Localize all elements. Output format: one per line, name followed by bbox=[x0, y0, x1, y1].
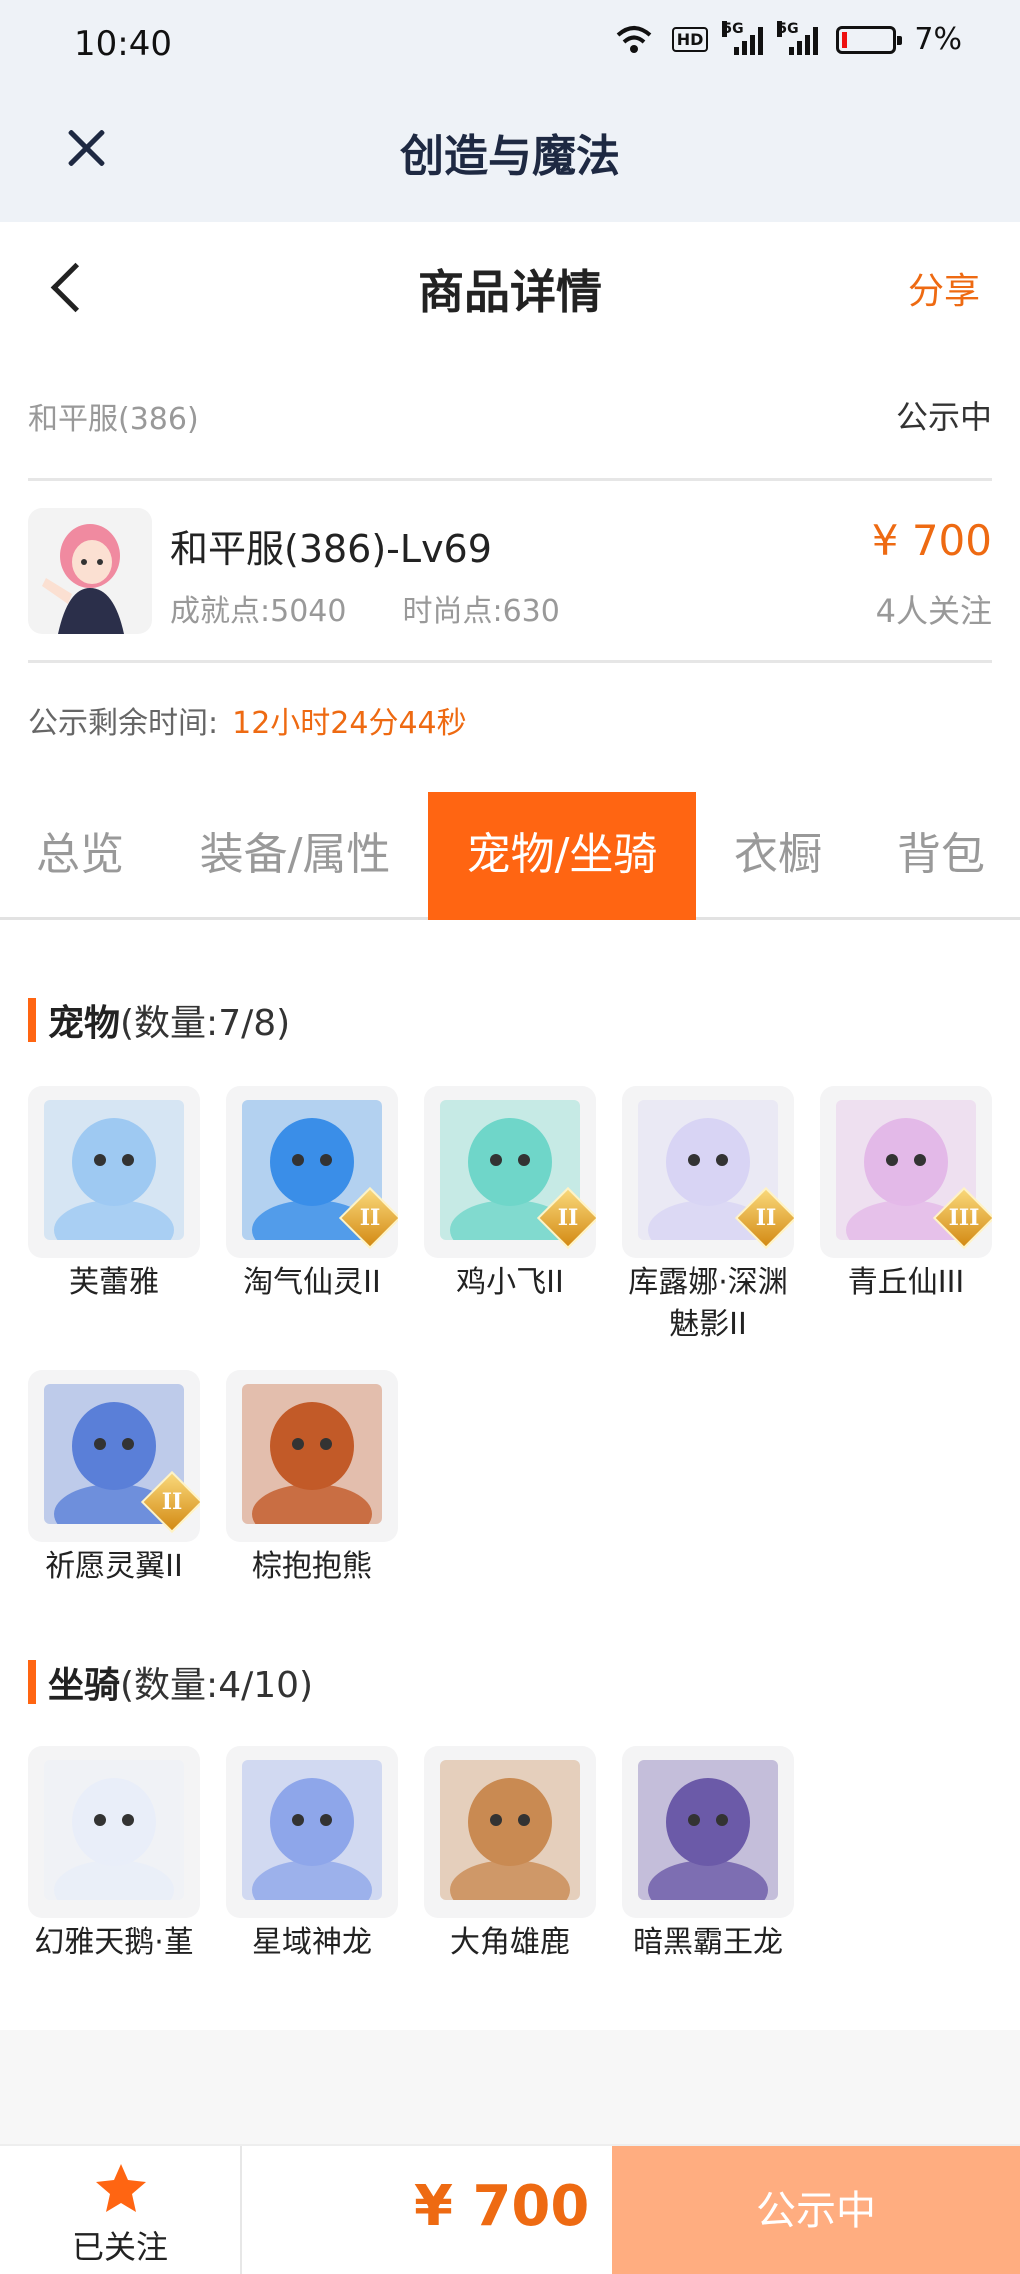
share-button[interactable]: 分享 bbox=[908, 262, 980, 314]
pets-count: (数量:7/8) bbox=[120, 1003, 291, 1044]
divider bbox=[28, 478, 992, 481]
tab-wardrobe[interactable]: 衣橱 bbox=[700, 792, 856, 920]
pet-image: II bbox=[28, 1370, 200, 1542]
item-summary[interactable]: 和平服(386)-Lv69 成就点:5040 时尚点:630 ¥ 700 4人关… bbox=[28, 508, 992, 636]
item-stats: 成就点:5040 时尚点:630 bbox=[170, 586, 560, 630]
server-row: 和平服(386) 公示中 bbox=[28, 388, 992, 444]
pet-name: 青丘仙III bbox=[847, 1265, 965, 1300]
countdown-value: 12小时24分44秒 bbox=[232, 706, 467, 741]
page-header: 商品详情 分享 bbox=[0, 222, 1020, 350]
fashion-points: 时尚点:630 bbox=[402, 594, 560, 629]
status-button[interactable]: 公示中 bbox=[612, 2146, 1020, 2274]
pet-name: 库露娜·深渊魅影II bbox=[628, 1265, 788, 1342]
page-title: 商品详情 bbox=[418, 265, 602, 319]
mount-name: 星域神龙 bbox=[252, 1925, 372, 1960]
pets-section-title: 宠物 (数量:7/8) bbox=[28, 996, 290, 1044]
pet-image: II bbox=[622, 1086, 794, 1258]
rank-label: II bbox=[161, 1489, 183, 1515]
mount-item[interactable]: 星域神龙 bbox=[226, 1746, 398, 1964]
mount-item[interactable]: 幻雅天鹅·堇 bbox=[28, 1746, 200, 1964]
rank-label: II bbox=[557, 1205, 579, 1231]
pet-name: 棕抱抱熊 bbox=[252, 1549, 372, 1584]
rank-label: II bbox=[755, 1205, 777, 1231]
mounts-title: 坐骑 bbox=[48, 1665, 121, 1706]
pet-image: II bbox=[424, 1086, 596, 1258]
pet-item[interactable]: II 库露娜·深渊魅影II bbox=[622, 1086, 794, 1346]
mount-item[interactable]: 暗黑霸王龙 bbox=[622, 1746, 794, 1964]
signal-icon-1: 5G bbox=[722, 20, 764, 55]
network-label-2: 5G bbox=[777, 20, 799, 37]
tab-equipment[interactable]: 装备/属性 bbox=[170, 792, 420, 920]
app-title: 创造与魔法 bbox=[400, 131, 620, 182]
pets-title: 宠物 bbox=[48, 1003, 121, 1044]
pet-image: III bbox=[820, 1086, 992, 1258]
pet-item[interactable]: 芙蕾雅 bbox=[28, 1086, 200, 1304]
achievement-points: 成就点:5040 bbox=[170, 594, 347, 629]
signal-icon-2: 5G bbox=[777, 20, 819, 55]
item-name: 和平服(386)-Lv69 bbox=[170, 527, 492, 571]
battery-level: 7% bbox=[914, 22, 962, 57]
mount-image bbox=[424, 1746, 596, 1918]
status-bar: 10:40 HD 5G 5G 7% bbox=[0, 0, 1020, 90]
follower-count: 4人关注 bbox=[875, 592, 992, 630]
pet-image bbox=[28, 1086, 200, 1258]
mounts-count: (数量:4/10) bbox=[120, 1665, 314, 1706]
server-name: 和平服(386) bbox=[28, 402, 199, 437]
section-marker bbox=[28, 998, 36, 1042]
rank-label: III bbox=[948, 1205, 980, 1231]
pet-name: 芙蕾雅 bbox=[69, 1265, 159, 1300]
content-footer bbox=[0, 2030, 1020, 2144]
mount-name: 大角雄鹿 bbox=[450, 1925, 570, 1960]
bottom-bar: 已关注 ¥ 700 公示中 bbox=[0, 2144, 1020, 2274]
hd-badge: HD bbox=[671, 27, 709, 52]
pet-image: II bbox=[226, 1086, 398, 1258]
pet-item[interactable]: III 青丘仙III bbox=[820, 1086, 992, 1304]
tab-overview[interactable]: 总览 bbox=[0, 792, 160, 920]
wifi-icon bbox=[616, 25, 652, 53]
status-icons: HD 5G 5G 7% bbox=[614, 20, 962, 57]
app-header: 创造与魔法 bbox=[0, 90, 1020, 222]
divider bbox=[28, 660, 992, 663]
mount-image bbox=[226, 1746, 398, 1918]
tab-pets-mounts[interactable]: 宠物/坐骑 bbox=[428, 792, 696, 920]
pet-name: 祈愿灵翼II bbox=[45, 1549, 183, 1584]
status-time: 10:40 bbox=[74, 24, 172, 64]
follow-button[interactable]: 已关注 bbox=[0, 2146, 242, 2274]
tab-backpack[interactable]: 背包 bbox=[862, 792, 1020, 920]
character-avatar bbox=[28, 508, 152, 634]
pet-item[interactable]: II 祈愿灵翼II bbox=[28, 1370, 200, 1588]
mount-item[interactable]: 大角雄鹿 bbox=[424, 1746, 596, 1964]
follow-label: 已关注 bbox=[71, 2228, 168, 2266]
mount-image bbox=[622, 1746, 794, 1918]
network-label-1: 5G bbox=[722, 20, 744, 37]
section-marker bbox=[28, 1660, 36, 1704]
mount-name: 暗黑霸王龙 bbox=[633, 1925, 783, 1960]
countdown-row: 公示剩余时间: 12小时24分44秒 bbox=[28, 698, 467, 742]
bottom-price: ¥ 700 bbox=[414, 2174, 590, 2239]
star-icon bbox=[96, 2164, 146, 2212]
pet-name: 鸡小飞II bbox=[456, 1265, 564, 1300]
pet-item[interactable]: 棕抱抱熊 bbox=[226, 1370, 398, 1588]
mount-image bbox=[28, 1746, 200, 1918]
server-status: 公示中 bbox=[895, 398, 992, 436]
pet-item[interactable]: II 淘气仙灵II bbox=[226, 1086, 398, 1304]
item-price: ¥ 700 bbox=[871, 516, 992, 565]
countdown-label: 公示剩余时间: bbox=[28, 706, 219, 741]
top-area: 10:40 HD 5G 5G 7% 创造与魔法 bbox=[0, 0, 1020, 222]
mounts-section-title: 坐骑 (数量:4/10) bbox=[28, 1658, 313, 1706]
mount-name: 幻雅天鹅·堇 bbox=[34, 1925, 194, 1960]
pet-item[interactable]: II 鸡小飞II bbox=[424, 1086, 596, 1304]
rank-label: II bbox=[359, 1205, 381, 1231]
pet-image bbox=[226, 1370, 398, 1542]
tab-bar: 总览 装备/属性 宠物/坐骑 衣橱 背包 bbox=[0, 792, 1020, 920]
battery-icon bbox=[836, 25, 903, 54]
pet-name: 淘气仙灵II bbox=[243, 1265, 381, 1300]
